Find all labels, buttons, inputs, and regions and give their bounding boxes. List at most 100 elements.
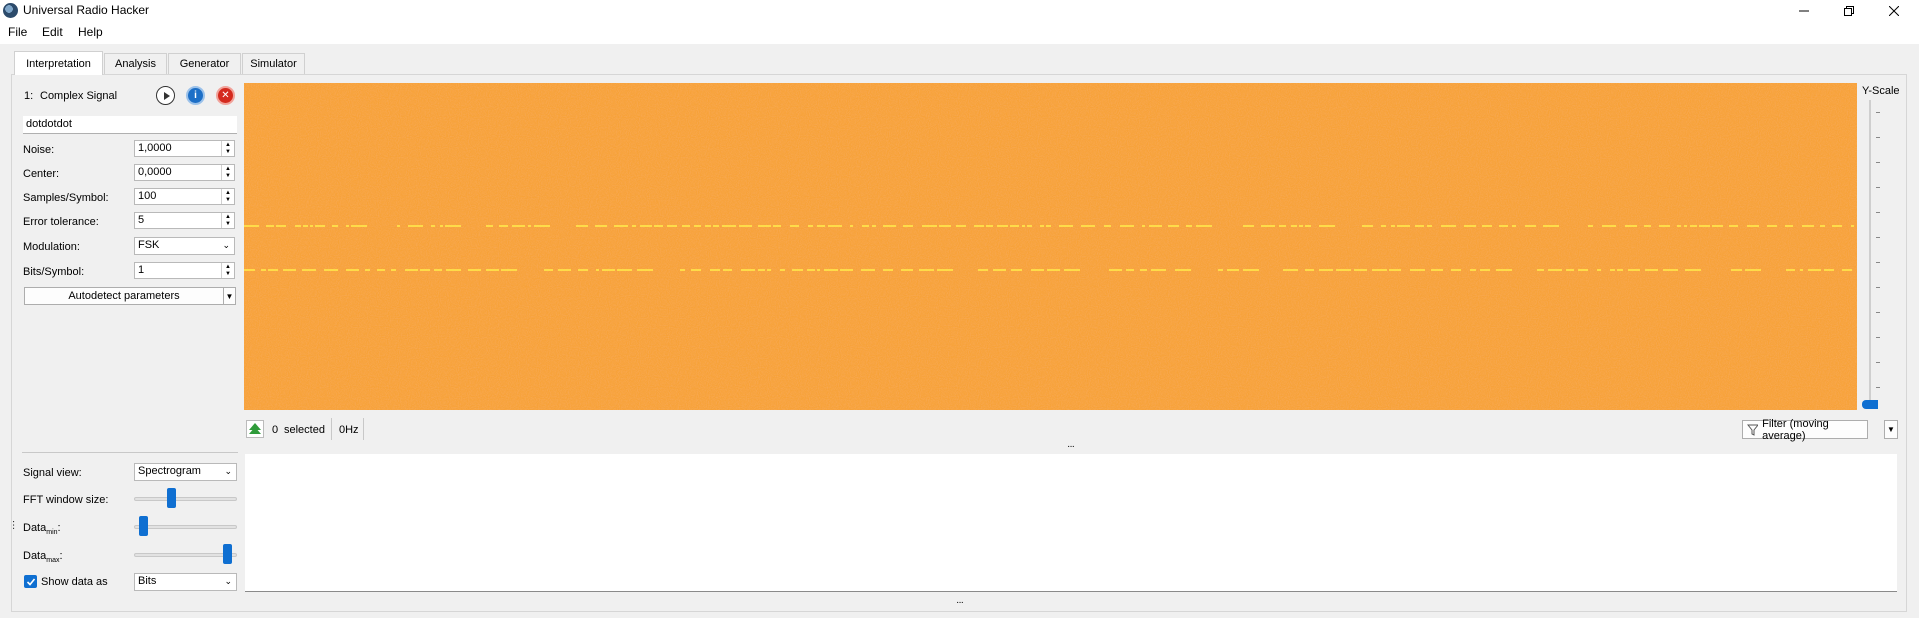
spectrogram-band-segment — [534, 225, 550, 227]
play-button[interactable] — [156, 86, 175, 105]
spectrogram-band-segment — [614, 225, 628, 227]
signal-title-field[interactable]: dotdotdot — [23, 116, 237, 134]
tab-interpretation[interactable]: Interpretation — [14, 51, 103, 75]
spectrogram-band-segment — [1543, 225, 1559, 227]
spectrogram-band-segment — [276, 225, 286, 227]
fft-window-slider[interactable] — [134, 497, 237, 501]
tab-analysis[interactable]: Analysis — [104, 53, 167, 74]
splitter-handle-icon[interactable]: ··· — [956, 597, 964, 608]
spectrogram-band-segment — [397, 225, 400, 227]
spectrogram-band-segment — [1243, 225, 1254, 227]
tab-simulator[interactable]: Simulator — [242, 53, 305, 74]
tab-generator[interactable]: Generator — [168, 53, 241, 74]
spectrogram-band-segment — [266, 225, 274, 227]
spectrogram-band-segment — [1644, 225, 1651, 227]
fft-window-slider-handle[interactable] — [166, 488, 176, 508]
protocol-data-view[interactable] — [245, 454, 1897, 592]
spectrogram-band-segment — [365, 269, 370, 271]
bits-symbol-value: 1 — [138, 264, 145, 276]
spectrogram-band-segment — [1047, 269, 1060, 271]
spectrogram-band-segment — [1011, 269, 1022, 271]
menu-file[interactable]: File — [8, 25, 27, 39]
show-data-checkbox[interactable] — [24, 575, 37, 588]
spin-arrows-icon[interactable]: ▲ ▼ — [221, 213, 234, 228]
error-tolerance-spinbox[interactable]: 5 ▲ ▼ — [134, 212, 235, 229]
spectrogram-band-segment — [324, 269, 338, 271]
menu-edit[interactable]: Edit — [42, 25, 63, 39]
close-button[interactable] — [1871, 0, 1917, 22]
spectrogram-band-segment — [937, 269, 953, 271]
data-max-label: Datamax: — [23, 550, 63, 565]
modulation-select[interactable]: FSK ⌄ — [134, 237, 235, 255]
spin-arrows-icon[interactable]: ▲ ▼ — [221, 263, 234, 278]
spectrogram-band-segment — [1081, 225, 1095, 227]
splitter-handle-icon[interactable]: ··· — [1067, 441, 1075, 452]
close-signal-button[interactable]: ✕ — [216, 86, 235, 105]
y-scale-label: Y-Scale — [1862, 85, 1900, 97]
samples-spinbox[interactable]: 100 ▲ ▼ — [134, 188, 235, 205]
spin-arrows-icon[interactable]: ▲ ▼ — [221, 141, 234, 156]
spectrogram-band-segment — [1142, 225, 1145, 227]
spectrogram-view[interactable] — [244, 83, 1857, 410]
autodetect-menu-button[interactable]: ▼ — [223, 287, 236, 305]
spectrogram-band-segment — [1602, 225, 1616, 227]
filter-menu-button[interactable]: ▼ — [1884, 420, 1898, 439]
spectrogram-band-segment — [1617, 269, 1623, 271]
menu-help[interactable]: Help — [78, 25, 103, 39]
spectrogram-band-segment — [602, 269, 615, 271]
data-max-slider-handle[interactable] — [223, 544, 233, 564]
spectrogram-band-segment — [694, 225, 701, 227]
spectrogram-band-segment — [617, 269, 632, 271]
spectrogram-band-segment — [1712, 225, 1723, 227]
splitter-handle-icon[interactable]: ··· — [8, 520, 19, 530]
signal-view-select[interactable]: Spectrogram ⌄ — [134, 463, 237, 481]
spectrogram-band-segment — [691, 269, 701, 271]
spectrogram-band-segment — [974, 225, 984, 227]
spectrogram-band-segment — [872, 225, 876, 227]
spectrogram-band-segment — [420, 269, 430, 271]
data-min-slider-handle[interactable] — [138, 516, 148, 536]
spectrogram-band-segment — [1022, 225, 1025, 227]
restore-button[interactable] — [1826, 0, 1872, 22]
spectrogram-band-segment — [1747, 225, 1759, 227]
spectrogram-band-segment — [295, 225, 301, 227]
minimize-button[interactable] — [1781, 0, 1827, 22]
restore-icon — [1844, 6, 1854, 16]
spectrogram-band-segment — [1699, 225, 1710, 227]
info-button[interactable]: i — [186, 86, 205, 105]
spectrogram-band-segment — [1109, 269, 1122, 271]
y-scale-handle[interactable] — [1862, 400, 1878, 409]
noise-value: 1,0000 — [138, 142, 172, 154]
spectrogram-band-segment — [1319, 269, 1333, 271]
spectrogram-band-segment — [1354, 269, 1367, 271]
y-scale-tick — [1876, 237, 1880, 238]
filter-button[interactable]: Filter (moving average) — [1742, 418, 1868, 442]
data-min-slider[interactable] — [134, 525, 237, 529]
spectrogram-band-segment — [268, 269, 278, 271]
spectrogram-band-segment — [1800, 269, 1803, 271]
spectrogram-band-segment — [773, 225, 781, 227]
bits-symbol-spinbox[interactable]: 1 ▲ ▼ — [134, 262, 235, 279]
spectrogram-band-segment — [1243, 269, 1259, 271]
autodetect-button[interactable]: Autodetect parameters — [24, 287, 224, 305]
spectrogram-band-segment — [1151, 269, 1166, 271]
show-data-select[interactable]: Bits ⌄ — [134, 573, 237, 591]
noise-spinbox[interactable]: 1,0000 ▲ ▼ — [134, 140, 235, 157]
checkmark-icon — [26, 577, 35, 586]
y-scale-track[interactable] — [1869, 100, 1871, 405]
spectrogram-band-segment — [440, 225, 443, 227]
spectrogram-band-segment — [1578, 269, 1588, 271]
spectrogram-band-segment — [723, 269, 732, 271]
spectrogram-band-segment — [1149, 225, 1162, 227]
spin-arrows-icon[interactable]: ▲ ▼ — [221, 189, 234, 204]
data-max-slider[interactable] — [134, 553, 237, 557]
divider — [22, 452, 238, 453]
spectrogram-band-segment — [512, 225, 525, 227]
separator — [331, 418, 332, 440]
spin-arrows-icon[interactable]: ▲ ▼ — [221, 165, 234, 180]
spectrogram-band-segment — [377, 269, 385, 271]
spectrogram-band-segment — [824, 269, 838, 271]
dropdown-arrow-icon: ▼ — [225, 291, 234, 301]
bookmark-button[interactable] — [246, 420, 264, 438]
center-spinbox[interactable]: 0,0000 ▲ ▼ — [134, 164, 235, 181]
